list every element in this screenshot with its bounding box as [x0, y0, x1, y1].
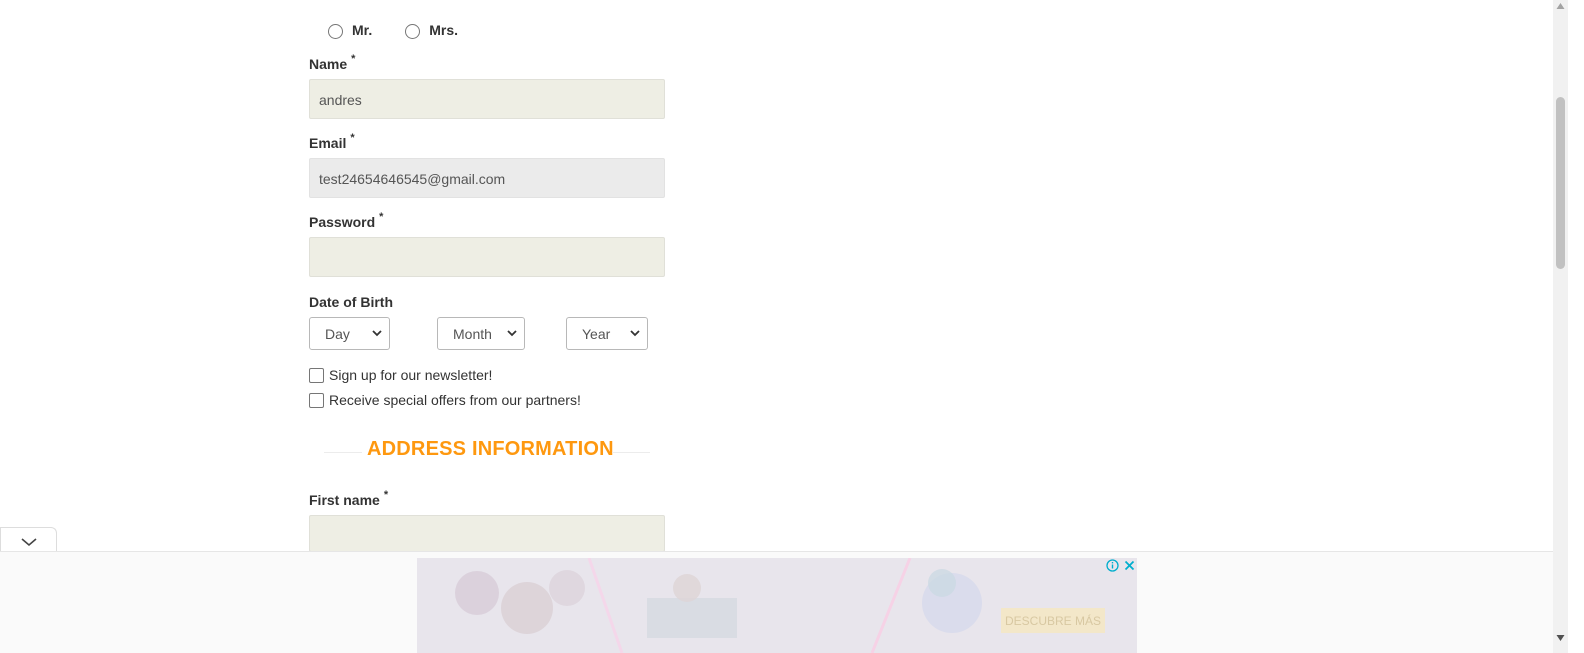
- ad-image: [417, 558, 1137, 653]
- close-icon[interactable]: [1123, 559, 1136, 572]
- dob-month-value: Month: [453, 325, 492, 342]
- ad-cta-button[interactable]: DESCUBRE MÁS: [1001, 608, 1105, 633]
- offers-label[interactable]: Receive special offers from our partners…: [329, 392, 581, 408]
- section-divider-right: [612, 452, 650, 453]
- radio-mrs-label[interactable]: Mrs.: [429, 22, 458, 38]
- chevron-down-icon: [372, 330, 382, 337]
- info-icon[interactable]: [1106, 559, 1119, 572]
- ad-collapse-tab[interactable]: [0, 527, 57, 552]
- password-input[interactable]: [309, 237, 665, 277]
- first-name-label: First name *: [309, 489, 389, 508]
- radio-mrs[interactable]: [405, 24, 421, 39]
- title-radio-group: Mr. Mrs.: [328, 20, 491, 39]
- dob-day-select[interactable]: Day: [309, 317, 390, 350]
- section-divider-left: [324, 452, 362, 453]
- password-label-text: Password: [309, 214, 376, 230]
- offers-checkbox[interactable]: [309, 392, 324, 408]
- radio-mr-label[interactable]: Mr.: [352, 22, 372, 38]
- chevron-down-icon: [507, 330, 517, 337]
- scroll-up-arrow-icon[interactable]: [1556, 2, 1565, 10]
- name-input[interactable]: andres: [309, 79, 665, 119]
- email-input-value: test24654646545@gmail.com: [319, 171, 506, 187]
- email-label: Email *: [309, 132, 355, 151]
- newsletter-option[interactable]: Sign up for our newsletter!: [309, 367, 492, 383]
- email-label-text: Email: [309, 135, 347, 151]
- email-required-mark: *: [350, 132, 355, 144]
- chevron-down-icon: [630, 330, 640, 337]
- first-name-label-text: First name: [309, 492, 380, 508]
- chevron-down-icon: [21, 538, 37, 547]
- name-label-text: Name: [309, 56, 348, 72]
- dob-label: Date of Birth: [309, 294, 393, 310]
- offers-option[interactable]: Receive special offers from our partners…: [309, 392, 581, 408]
- dob-month-select[interactable]: Month: [437, 317, 525, 350]
- first-name-required-mark: *: [383, 489, 389, 501]
- password-label: Password *: [309, 211, 384, 230]
- password-required-mark: *: [379, 211, 384, 223]
- address-section-title: ADDRESS INFORMATION: [367, 438, 614, 460]
- dob-year-value: Year: [582, 325, 611, 342]
- title-mrs-option[interactable]: Mrs.: [405, 20, 458, 39]
- dob-year-select[interactable]: Year: [566, 317, 648, 350]
- ad-banner[interactable]: [417, 558, 1137, 653]
- radio-mr[interactable]: [328, 24, 343, 39]
- dob-day-value: Day: [325, 325, 350, 342]
- scroll-down-arrow-icon[interactable]: [1556, 634, 1565, 642]
- newsletter-checkbox[interactable]: [309, 367, 324, 383]
- scrollbar-thumb[interactable]: [1556, 97, 1565, 269]
- name-input-value: andres: [319, 92, 362, 108]
- name-required-mark: *: [351, 53, 356, 65]
- newsletter-label[interactable]: Sign up for our newsletter!: [329, 367, 492, 383]
- title-mr-option[interactable]: Mr.: [328, 20, 372, 39]
- first-name-input[interactable]: [309, 515, 665, 552]
- name-label: Name *: [309, 53, 356, 72]
- email-input[interactable]: test24654646545@gmail.com: [309, 158, 665, 198]
